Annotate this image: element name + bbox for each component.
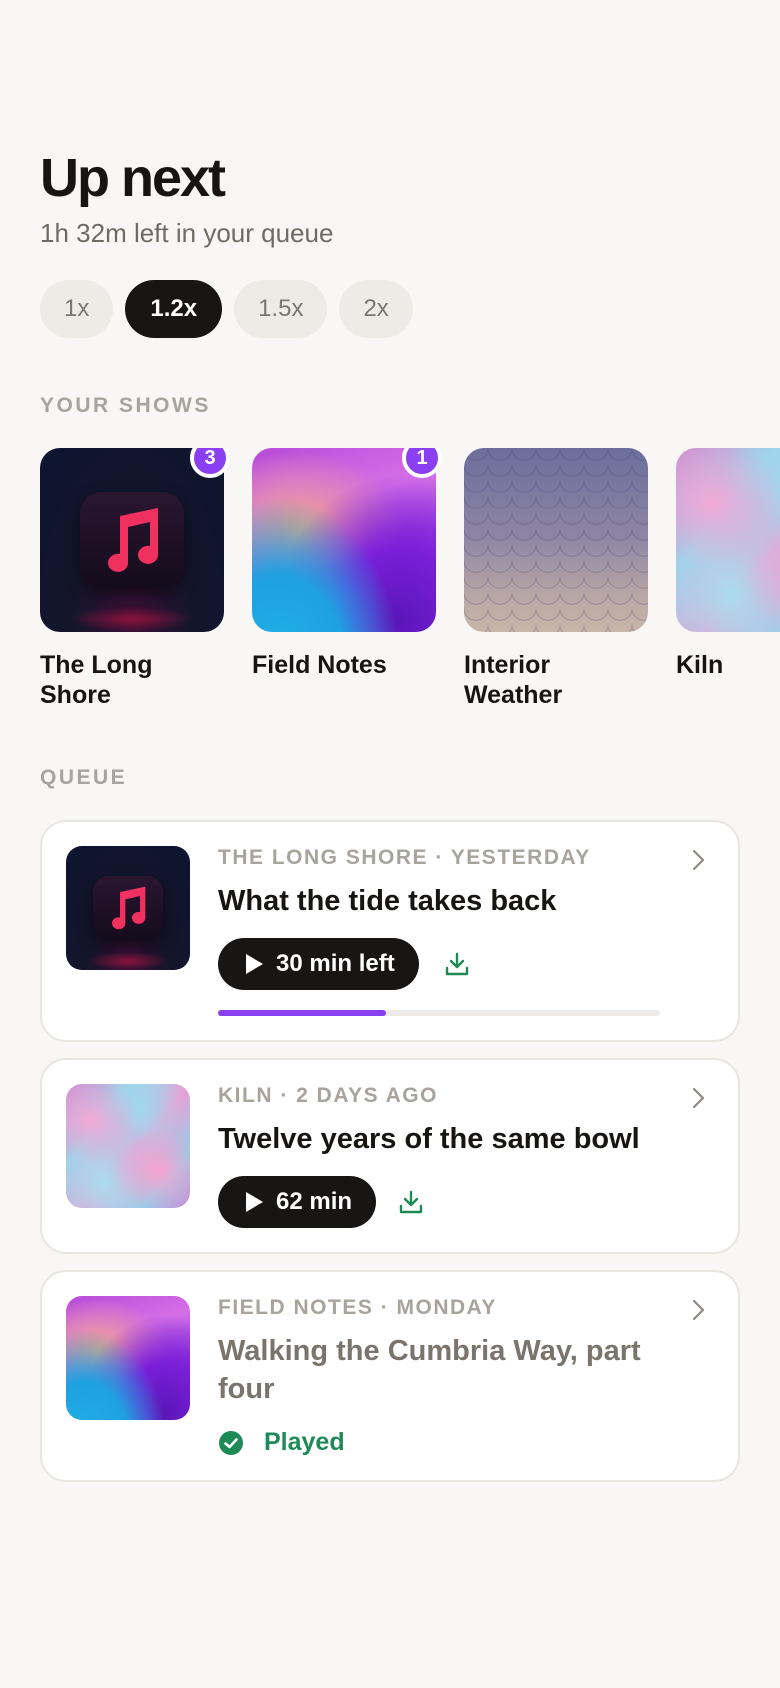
play-button-label: 30 min left bbox=[276, 950, 395, 977]
check-circle-icon bbox=[219, 1430, 243, 1455]
played-label: Played bbox=[264, 1428, 345, 1456]
page-title: Up next bbox=[40, 148, 226, 208]
episode-progress-bar bbox=[218, 1010, 660, 1016]
show-artwork bbox=[464, 448, 648, 632]
episode-title: What the tide takes back bbox=[218, 885, 557, 917]
speed-option-2x[interactable]: 2x bbox=[339, 280, 413, 338]
show-name: The Long Shore bbox=[40, 651, 153, 709]
show-name: Interior Weather bbox=[464, 651, 563, 709]
play-button[interactable]: 30 min left bbox=[218, 938, 419, 990]
episode-title: Twelve years of the same bowl bbox=[218, 1123, 640, 1155]
show-artwork bbox=[676, 448, 780, 632]
episode-title: Walking the Cumbria Way, part four bbox=[218, 1335, 641, 1405]
queue-item[interactable]: KILN · 2 DAYS AGO Twelve years of the sa… bbox=[40, 1058, 740, 1254]
show-artwork bbox=[40, 448, 224, 632]
music-note-icon bbox=[93, 876, 163, 940]
download-icon[interactable] bbox=[444, 951, 470, 977]
play-icon bbox=[246, 1192, 263, 1212]
playback-speed-selector: 1x 1.2x 1.5x 2x bbox=[40, 280, 413, 338]
queue-item[interactable]: FIELD NOTES · MONDAY Walking the Cumbria… bbox=[40, 1270, 740, 1482]
show-field-notes[interactable]: Field Notes bbox=[252, 448, 436, 680]
music-note-icon bbox=[80, 492, 184, 588]
your-shows-heading: YOUR SHOWS bbox=[40, 394, 211, 417]
show-interior-weather[interactable]: Interior Weather bbox=[464, 448, 648, 710]
shows-carousel: The Long Shore 3 Field Notes 1 Interior … bbox=[40, 448, 780, 718]
play-button[interactable]: 62 min bbox=[218, 1176, 377, 1228]
download-icon[interactable] bbox=[398, 1189, 424, 1215]
speed-option-1-2x[interactable]: 1.2x bbox=[125, 280, 223, 338]
played-status: Played bbox=[218, 1428, 345, 1457]
episode-meta: KILN · 2 DAYS AGO bbox=[218, 1084, 438, 1107]
show-name: Field Notes bbox=[252, 651, 387, 679]
episode-artwork bbox=[66, 1084, 190, 1208]
chevron-right-icon[interactable] bbox=[686, 1086, 710, 1110]
play-button-label: 62 min bbox=[276, 1188, 353, 1215]
chevron-right-icon[interactable] bbox=[686, 848, 710, 872]
show-kiln[interactable]: Kiln bbox=[676, 448, 780, 680]
queue-heading: QUEUE bbox=[40, 766, 128, 789]
show-the-long-shore[interactable]: The Long Shore bbox=[40, 448, 224, 710]
queue-time-remaining: 1h 32m left in your queue bbox=[40, 218, 334, 248]
show-artwork bbox=[252, 448, 436, 632]
queue-item[interactable]: THE LONG SHORE · YESTERDAY What the tide… bbox=[40, 820, 740, 1042]
episode-progress-fill bbox=[218, 1010, 386, 1016]
episode-meta: FIELD NOTES · MONDAY bbox=[218, 1296, 497, 1319]
chevron-right-icon[interactable] bbox=[686, 1298, 710, 1322]
play-icon bbox=[246, 954, 263, 974]
up-next-screen: Up next 1h 32m left in your queue 1x 1.2… bbox=[0, 0, 780, 1688]
speed-option-1-5x[interactable]: 1.5x bbox=[234, 280, 328, 338]
show-name: Kiln bbox=[676, 651, 724, 679]
episode-meta: THE LONG SHORE · YESTERDAY bbox=[218, 846, 591, 869]
episode-artwork bbox=[66, 846, 190, 970]
speed-option-1x[interactable]: 1x bbox=[40, 280, 114, 338]
episode-artwork bbox=[66, 1296, 190, 1420]
